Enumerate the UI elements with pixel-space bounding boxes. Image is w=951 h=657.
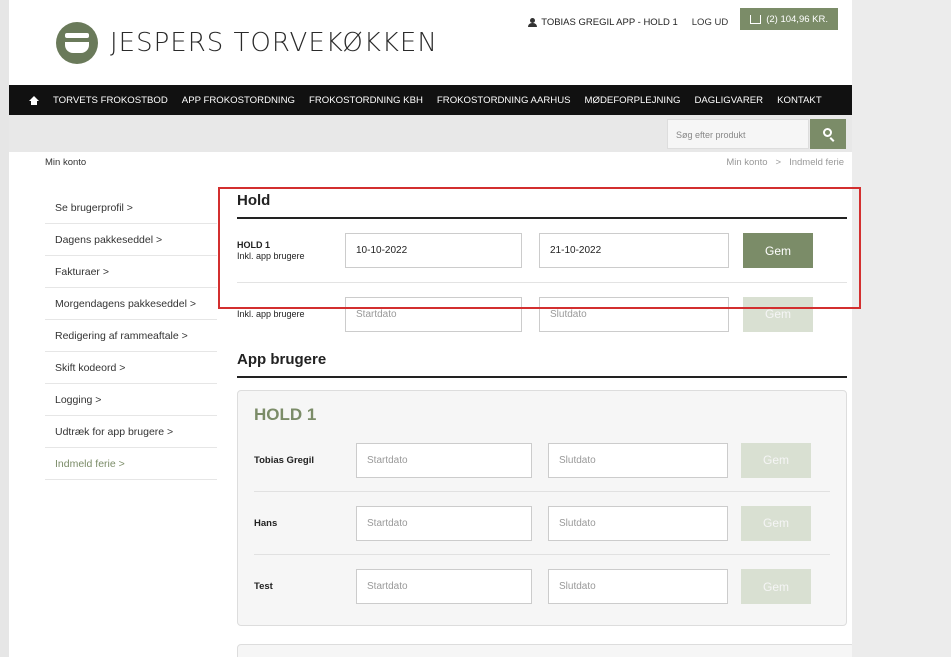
app-user-end-date-input[interactable]: Slutdato <box>548 505 728 541</box>
app-user-row: Hans Startdato Slutdato Gem <box>254 492 830 555</box>
app-user-start-date-input[interactable]: Startdato <box>356 442 532 478</box>
search-bar: Søg efter produkt <box>9 115 852 152</box>
left-gutter <box>0 0 9 657</box>
search-input[interactable]: Søg efter produkt <box>667 119 809 149</box>
breadcrumb: Min konto > Indmeld ferie <box>726 157 844 168</box>
sidebar-item-rammeaftale[interactable]: Redigering af rammeaftale > <box>45 320 217 352</box>
app-user-row: Test Startdato Slutdato Gem <box>254 555 830 618</box>
logo[interactable]: JESPERS TORVEKØKKEN <box>56 22 438 64</box>
user-icon <box>528 17 538 27</box>
app-user-end-date-input[interactable]: Slutdato <box>548 442 728 478</box>
user-name: TOBIAS GREGIL APP - HOLD 1 <box>541 16 678 28</box>
sidebar-item-brugerprofil[interactable]: Se brugerprofil > <box>45 192 217 224</box>
app-user-save-button[interactable]: Gem <box>741 505 811 541</box>
app-user-name: Tobias Gregil <box>254 454 315 466</box>
sidebar-item-indmeld-ferie[interactable]: Indmeld ferie > <box>45 448 217 480</box>
app-user-start-date-input[interactable]: Startdato <box>356 569 532 604</box>
app-user-end-date-input[interactable]: Slutdato <box>548 569 728 604</box>
account-sidebar: Se brugerprofil > Dagens pakkeseddel > F… <box>45 192 217 480</box>
nav-item-frokostordning-kbh[interactable]: FROKOSTORDNING KBH <box>309 95 423 106</box>
cart-button[interactable]: (2) 104,96 KR. <box>740 8 838 30</box>
sidebar-item-morgendagens-pakkeseddel[interactable]: Morgendagens pakkeseddel > <box>45 288 217 320</box>
app-section-title: App brugere <box>237 351 847 378</box>
cart-icon <box>750 14 762 24</box>
nav-item-app-frokostordning[interactable]: APP FROKOSTORDNING <box>182 95 295 106</box>
main-nav: TORVETS FROKOSTBOD APP FROKOSTORDNING FR… <box>9 85 852 115</box>
page-title: Min konto <box>45 157 87 168</box>
right-gutter <box>852 0 951 657</box>
app-user-save-button[interactable]: Gem <box>741 442 811 478</box>
sidebar-item-udtraek[interactable]: Udtræk for app brugere > <box>45 416 217 448</box>
nav-item-modeforplejning[interactable]: MØDEFORPLEJNING <box>585 95 681 106</box>
breadcrumb-min-konto[interactable]: Min konto <box>726 157 767 168</box>
breadcrumb-current: Indmeld ferie <box>789 157 844 168</box>
sidebar-item-skift-kodeord[interactable]: Skift kodeord > <box>45 352 217 384</box>
next-panel-edge <box>237 644 852 657</box>
page: JESPERS TORVEKØKKEN TOBIAS GREGIL APP - … <box>9 0 852 657</box>
app-user-start-date-input[interactable]: Startdato <box>356 505 532 541</box>
sidebar-item-dagens-pakkeseddel[interactable]: Dagens pakkeseddel > <box>45 224 217 256</box>
sidebar-item-logging[interactable]: Logging > <box>45 384 217 416</box>
top-bar: TOBIAS GREGIL APP - HOLD 1 LOG UD (2) 10… <box>528 8 838 30</box>
nav-item-dagligvarer[interactable]: DAGLIGVARER <box>694 95 763 106</box>
hold-empty-label: Inkl. app brugere <box>237 308 305 319</box>
search-button[interactable] <box>810 119 846 149</box>
sidebar-item-fakturaer[interactable]: Fakturaer > <box>45 256 217 288</box>
nav-item-kontakt[interactable]: KONTAKT <box>777 95 822 106</box>
home-icon[interactable] <box>29 95 39 105</box>
app-users-panel: HOLD 1 Tobias Gregil Startdato Slutdato … <box>237 390 847 626</box>
brand-name: JESPERS TORVEKØKKEN <box>110 28 438 58</box>
nav-item-torvets-frokostbod[interactable]: TORVETS FROKOSTBOD <box>53 95 168 106</box>
logout-link[interactable]: LOG UD <box>692 17 728 28</box>
breadcrumb-separator: > <box>775 157 782 168</box>
app-user-name: Test <box>254 581 273 592</box>
app-group-title: HOLD 1 <box>254 405 317 424</box>
user-link[interactable]: TOBIAS GREGIL APP - HOLD 1 <box>528 17 678 28</box>
app-user-row: Tobias Gregil Startdato Slutdato Gem <box>254 429 830 492</box>
highlight-box <box>218 187 861 309</box>
nav-item-frokostordning-aarhus[interactable]: FROKOSTORDNING AARHUS <box>437 95 571 106</box>
app-user-name: Hans <box>254 517 278 529</box>
chef-logo-icon <box>56 22 98 64</box>
search-icon <box>823 128 832 137</box>
app-user-save-button[interactable]: Gem <box>741 569 811 604</box>
cart-total: (2) 104,96 KR. <box>766 13 828 25</box>
